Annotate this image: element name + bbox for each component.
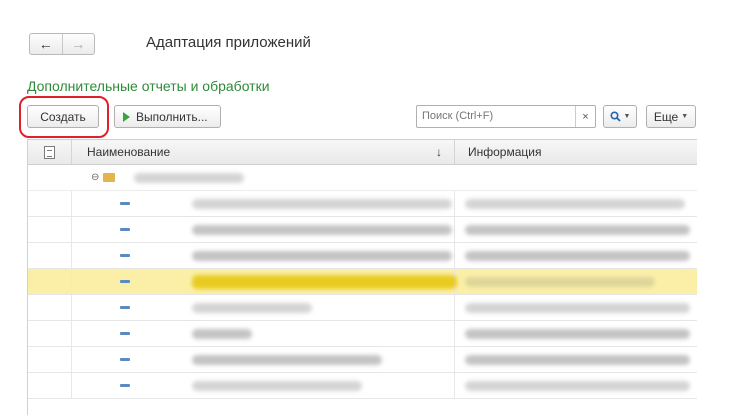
redacted-text (192, 224, 452, 235)
redacted-text (192, 274, 457, 289)
redacted-text (192, 302, 312, 313)
redacted-text (192, 354, 382, 365)
table-row[interactable] (28, 217, 697, 243)
play-icon (123, 111, 130, 122)
magnifier-icon (610, 111, 621, 122)
item-marker-icon (120, 254, 130, 257)
table-row[interactable] (28, 191, 697, 217)
folder-icon (103, 173, 115, 182)
redacted-text (465, 250, 690, 261)
sort-arrow-icon: ↓ (436, 145, 442, 159)
back-arrow-icon[interactable]: ← (30, 34, 63, 54)
more-button-label: Еще (653, 109, 679, 124)
column-header-name-label: Наименование (87, 145, 171, 159)
redacted-text (192, 328, 252, 339)
clear-search-button[interactable]: × (575, 106, 595, 127)
collapse-icon[interactable]: ⊖ (91, 172, 99, 183)
search-input[interactable] (420, 106, 575, 126)
more-button[interactable]: Еще ▼ (646, 105, 696, 128)
search-options-button[interactable]: ▼ (603, 105, 637, 128)
table-row[interactable] (28, 347, 697, 373)
table-row[interactable] (28, 321, 697, 347)
table-row-selected[interactable] (28, 269, 697, 295)
item-marker-icon (120, 280, 130, 283)
run-button[interactable]: Выполнить... (114, 105, 221, 128)
redacted-text (465, 354, 690, 365)
column-header-icon[interactable] (28, 140, 72, 164)
table-row[interactable] (28, 373, 697, 399)
redacted-text (192, 250, 452, 261)
search-field: × (416, 105, 596, 128)
table-row[interactable] (28, 295, 697, 321)
item-marker-icon (120, 332, 130, 335)
table-row[interactable] (28, 243, 697, 269)
item-marker-icon (120, 228, 130, 231)
table-row-group[interactable]: ⊖ (28, 165, 697, 191)
redacted-text (465, 302, 690, 313)
forward-arrow-icon[interactable]: → (63, 34, 95, 54)
form-title: Дополнительные отчеты и обработки (27, 78, 270, 94)
item-marker-icon (120, 384, 130, 387)
chevron-down-icon: ▼ (623, 113, 631, 120)
navigation-buttons: ← → (29, 33, 95, 55)
redacted-text (465, 224, 690, 235)
redacted-text (465, 380, 690, 391)
chevron-down-icon: ▼ (681, 113, 689, 120)
create-button-label: Создать (40, 109, 86, 124)
redacted-text (192, 380, 362, 391)
table-header: Наименование ↓ Информация (28, 139, 697, 165)
column-header-name[interactable]: Наименование ↓ (72, 140, 455, 164)
redacted-text (192, 198, 452, 209)
document-icon (44, 145, 55, 159)
redacted-text (465, 276, 655, 287)
run-button-label: Выполнить... (136, 109, 208, 124)
item-marker-icon (120, 202, 130, 205)
window-title: Адаптация приложений (146, 34, 311, 51)
column-header-info-label: Информация (468, 145, 542, 159)
item-marker-icon (120, 358, 130, 361)
data-table: Наименование ↓ Информация ⊖ (27, 139, 697, 415)
redacted-text (134, 172, 244, 183)
column-header-info[interactable]: Информация (455, 140, 697, 164)
create-button[interactable]: Создать (27, 105, 99, 128)
table-body: ⊖ (28, 165, 697, 399)
redacted-text (465, 328, 690, 339)
redacted-text (465, 198, 685, 209)
item-marker-icon (120, 306, 130, 309)
